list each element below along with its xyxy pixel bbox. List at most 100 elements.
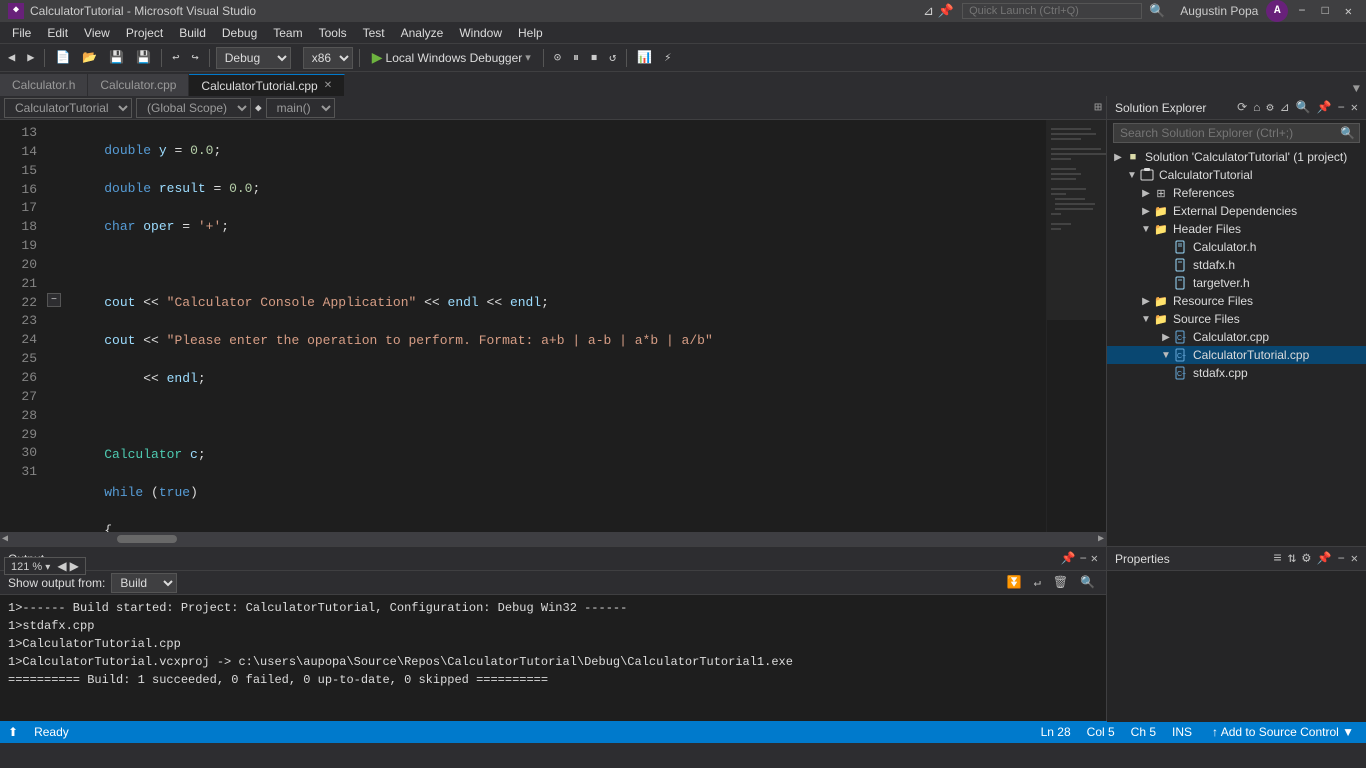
menu-tools[interactable]: Tools <box>311 24 355 42</box>
prop-list-icon[interactable]: ≡ <box>1273 551 1281 567</box>
menu-test[interactable]: Test <box>355 24 393 42</box>
hscroll-thumb[interactable] <box>117 535 177 543</box>
se-search-icon[interactable]: 🔍 <box>1296 100 1311 115</box>
platform-dropdown[interactable]: x86 x64 <box>303 47 353 69</box>
se-solution-node[interactable]: ▶ ■ Solution 'CalculatorTutorial' (1 pro… <box>1107 148 1366 166</box>
code-nav-bar: CalculatorTutorial (Global Scope) ◆ main… <box>0 96 1106 120</box>
minimap <box>1046 120 1106 532</box>
se-targetver-h-node[interactable]: ▶ targetver.h <box>1107 274 1366 292</box>
output-collapse-icon[interactable]: − <box>1080 552 1087 566</box>
toolbar-forward-icon[interactable]: ▶ <box>23 48 38 67</box>
output-source-dropdown[interactable]: Build Debug <box>111 573 177 593</box>
output-word-wrap-icon[interactable]: ↵ <box>1031 575 1044 590</box>
toolbar-open-icon[interactable]: 📂 <box>78 48 101 67</box>
run-button[interactable]: ▶ Local Windows Debugger ▾ <box>366 47 537 68</box>
output-content[interactable]: 1>------ Build started: Project: Calcula… <box>0 595 1106 721</box>
toolbar-undo-icon[interactable]: ↩ <box>168 48 183 67</box>
toolbar-perf-icon[interactable]: 📊 <box>633 48 656 67</box>
toolbar-sep-2 <box>161 49 162 67</box>
search-icon[interactable]: 🔍 <box>1146 4 1168 19</box>
menu-edit[interactable]: Edit <box>39 24 76 42</box>
toolbar-breakpoint-icon[interactable]: ⊙ <box>550 48 565 67</box>
status-bar-left: ⬆ Ready <box>0 725 77 739</box>
source-files-icon: 📁 <box>1153 311 1169 327</box>
hscroll-right-btn[interactable]: ▶ <box>1098 533 1104 545</box>
output-close-icon[interactable]: ✕ <box>1091 551 1098 566</box>
se-settings-icon[interactable]: ⚙ <box>1266 100 1273 115</box>
se-stdafx-cpp-node[interactable]: ▶ C+ stdafx.cpp <box>1107 364 1366 382</box>
properties-panel: Properties ≡ ⇅ ⚙ 📌 − ✕ <box>1106 546 1366 721</box>
se-references-node[interactable]: ▶ ⊞ References <box>1107 184 1366 202</box>
maximize-button[interactable]: □ <box>1316 4 1335 18</box>
toolbar-restart-icon[interactable]: ↺ <box>605 48 620 67</box>
symbol-dropdown[interactable]: main() <box>266 98 335 118</box>
hscroll-track[interactable] <box>8 535 1098 543</box>
se-calculator-h-node[interactable]: ▶ Calculator.h <box>1107 238 1366 256</box>
code-text[interactable]: double y = 0.0; double result = 0.0; cha… <box>65 120 1046 532</box>
quick-launch-input[interactable] <box>962 3 1142 19</box>
se-calculatortutorial-cpp-node[interactable]: ▼ C+ CalculatorTutorial.cpp <box>1107 346 1366 364</box>
toolbar-pause-icon[interactable]: ⏸ <box>569 49 583 67</box>
source-control-left-icon[interactable]: ⬆ <box>0 725 26 739</box>
se-pin-icon[interactable]: 📌 <box>1317 100 1332 115</box>
se-stdafx-h-node[interactable]: ▶ stdafx.h <box>1107 256 1366 274</box>
menu-window[interactable]: Window <box>451 24 510 42</box>
toolbar-save-icon[interactable]: 💾 <box>105 48 128 67</box>
toolbar-new-icon[interactable]: 📄 <box>51 48 74 67</box>
context-dropdown[interactable]: (Global Scope) <box>136 98 251 118</box>
tab-close-icon[interactable]: ✕ <box>324 80 332 91</box>
se-project-node[interactable]: ▼ CalculatorTutorial <box>1107 166 1366 184</box>
tab-calculator-cpp[interactable]: Calculator.cpp <box>88 74 189 96</box>
menu-view[interactable]: View <box>76 24 118 42</box>
debug-config-dropdown[interactable]: Debug Release <box>216 47 291 69</box>
se-source-files-node[interactable]: ▼ 📁 Source Files <box>1107 310 1366 328</box>
se-sync-icon[interactable]: ⟳ <box>1237 100 1247 115</box>
output-pin-icon[interactable]: 📌 <box>1061 551 1076 566</box>
toolbar-redo-icon[interactable]: ↪ <box>188 48 203 67</box>
prop-collapse-icon[interactable]: − <box>1338 552 1345 566</box>
main-area: CalculatorTutorial (Global Scope) ◆ main… <box>0 96 1366 546</box>
se-external-deps-node[interactable]: ▶ 📁 External Dependencies <box>1107 202 1366 220</box>
window-title: CalculatorTutorial - Microsoft Visual St… <box>30 4 256 18</box>
toolbar-back-icon[interactable]: ◀ <box>4 48 19 67</box>
prop-close-icon[interactable]: ✕ <box>1351 551 1358 566</box>
menu-build[interactable]: Build <box>171 24 214 42</box>
menu-help[interactable]: Help <box>510 24 551 42</box>
se-collapse-icon[interactable]: − <box>1338 101 1345 115</box>
se-search-input[interactable] <box>1114 124 1336 142</box>
toolbar-saveall-icon[interactable]: 💾 <box>132 48 155 67</box>
output-scroll-end-icon[interactable]: ⏬ <box>1004 575 1025 590</box>
code-gutter: − <box>45 120 65 532</box>
output-find-icon[interactable]: 🔍 <box>1077 575 1098 590</box>
minimize-button[interactable]: − <box>1292 4 1311 18</box>
se-close-icon[interactable]: ✕ <box>1351 100 1358 115</box>
fold-indicator[interactable]: − <box>47 293 61 307</box>
output-clear-icon[interactable]: 🗑 <box>1050 575 1071 590</box>
prop-sort-icon[interactable]: ⇅ <box>1288 550 1296 567</box>
toolbar-diag-icon[interactable]: ⚡ <box>660 48 675 67</box>
code-nav-expand-icon[interactable]: ⊞ <box>1094 100 1102 115</box>
se-home-icon[interactable]: ⌂ <box>1253 101 1260 115</box>
code-editor: CalculatorTutorial (Global Scope) ◆ main… <box>0 96 1106 546</box>
tab-calculatortutorial-cpp[interactable]: CalculatorTutorial.cpp ✕ <box>189 74 345 96</box>
close-button[interactable]: ✕ <box>1339 4 1358 19</box>
menu-team[interactable]: Team <box>265 24 310 42</box>
menu-analyze[interactable]: Analyze <box>393 24 452 42</box>
toolbar-sep-1 <box>44 49 45 67</box>
toolbar-stop-icon[interactable]: ⏹ <box>587 49 601 67</box>
tab-calculator-h[interactable]: Calculator.h <box>0 74 88 96</box>
se-calculator-cpp-node[interactable]: ▶ C+ Calculator.cpp <box>1107 328 1366 346</box>
code-hscroll[interactable]: ◀ ▶ <box>0 532 1106 546</box>
menu-project[interactable]: Project <box>118 24 171 42</box>
menu-file[interactable]: File <box>4 24 39 42</box>
se-resource-files-node[interactable]: ▶ 📁 Resource Files <box>1107 292 1366 310</box>
se-header-files-node[interactable]: ▼ 📁 Header Files <box>1107 220 1366 238</box>
source-control-right[interactable]: ↑ Add to Source Control ▼ <box>1200 725 1366 739</box>
se-filter-icon[interactable]: ⊿ <box>1280 100 1290 115</box>
menu-debug[interactable]: Debug <box>214 24 265 42</box>
scope-dropdown[interactable]: CalculatorTutorial <box>4 98 132 118</box>
prop-pin-icon[interactable]: 📌 <box>1317 551 1332 566</box>
run-button-label: Local Windows Debugger <box>386 51 523 65</box>
prop-settings-icon[interactable]: ⚙ <box>1302 550 1310 567</box>
tab-overflow-button[interactable]: ▼ <box>1347 82 1366 96</box>
